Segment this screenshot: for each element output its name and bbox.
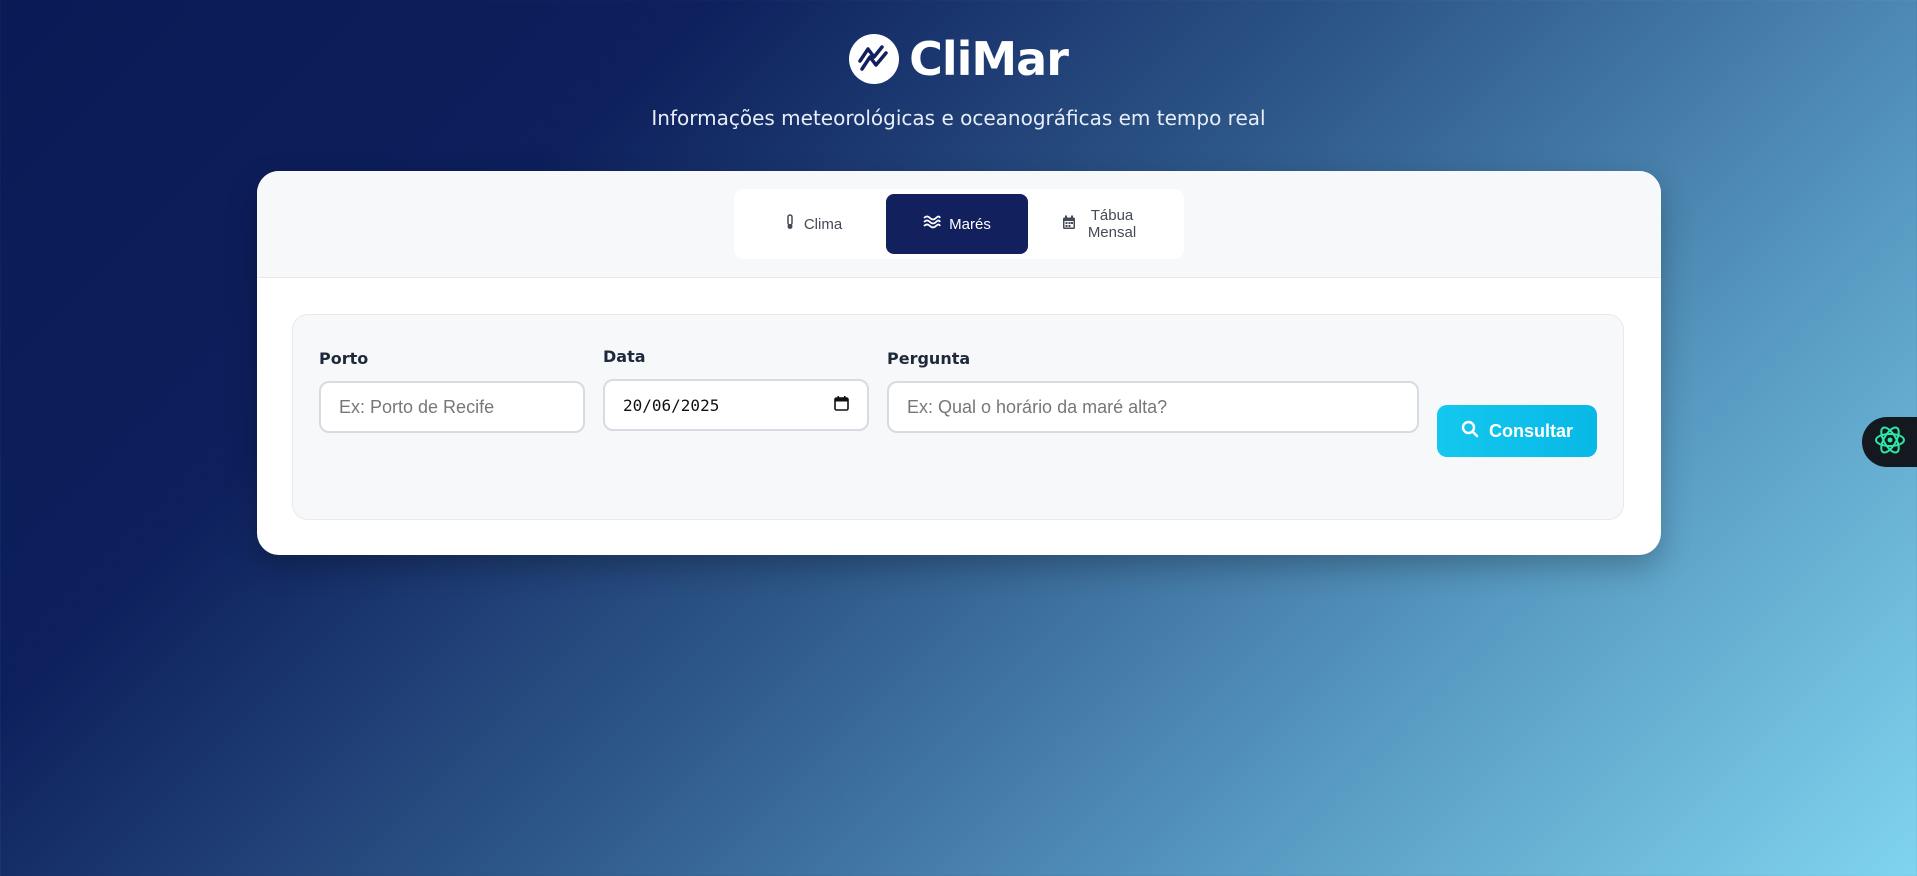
wave-logo-icon — [849, 34, 900, 84]
consultar-button[interactable]: Consultar — [1437, 405, 1597, 457]
main-card: Clima Marés Tábua Mensal Porto Ex: Porto… — [257, 171, 1661, 555]
porto-placeholder: Ex: Porto de Recife — [339, 396, 495, 417]
date-input[interactable]: 20/06/2025 — [603, 379, 869, 431]
page-subtitle: Informações meteorológicas e oceanográfi… — [651, 106, 1266, 130]
porto-input[interactable]: Ex: Porto de Recife — [319, 381, 585, 433]
tab-label: Tábua Mensal — [1084, 207, 1140, 241]
tabs: Clima Marés Tábua Mensal — [734, 189, 1184, 259]
date-value: 20/06/2025 — [623, 395, 720, 415]
search-icon — [1461, 420, 1479, 443]
assistant-widget[interactable] — [1862, 417, 1917, 467]
tab-label: Marés — [949, 215, 991, 233]
tab-label-line1: Tábua — [1090, 207, 1134, 224]
tab-tabua-mensal[interactable]: Tábua Mensal — [1028, 194, 1174, 254]
calendar-icon — [1062, 215, 1076, 234]
calendar-picker-icon[interactable] — [834, 395, 849, 415]
consultar-label: Consultar — [1488, 420, 1573, 441]
pergunta-placeholder: Ex: Qual o horário da maré alta? — [907, 396, 1168, 417]
tide-query-form: Porto Ex: Porto de Recife Data 20/06/202… — [292, 314, 1624, 520]
tab-bar: Clima Marés Tábua Mensal — [257, 171, 1661, 278]
tab-clima[interactable]: Clima — [740, 194, 886, 254]
brand: CliMar — [0, 32, 1917, 86]
tab-label-line2: Mensal — [1087, 224, 1137, 241]
waves-icon — [923, 215, 942, 233]
assistant-icon — [1872, 422, 1908, 463]
porto-label: Porto — [319, 349, 369, 368]
tab-mares[interactable]: Marés — [886, 194, 1028, 254]
brand-name: CliMar — [909, 32, 1069, 86]
pergunta-input[interactable]: Ex: Qual o horário da maré alta? — [887, 381, 1419, 433]
tab-label: Clima — [803, 215, 843, 233]
thermometer-icon — [784, 214, 796, 234]
data-label: Data — [603, 347, 646, 366]
pergunta-label: Pergunta — [887, 349, 971, 368]
